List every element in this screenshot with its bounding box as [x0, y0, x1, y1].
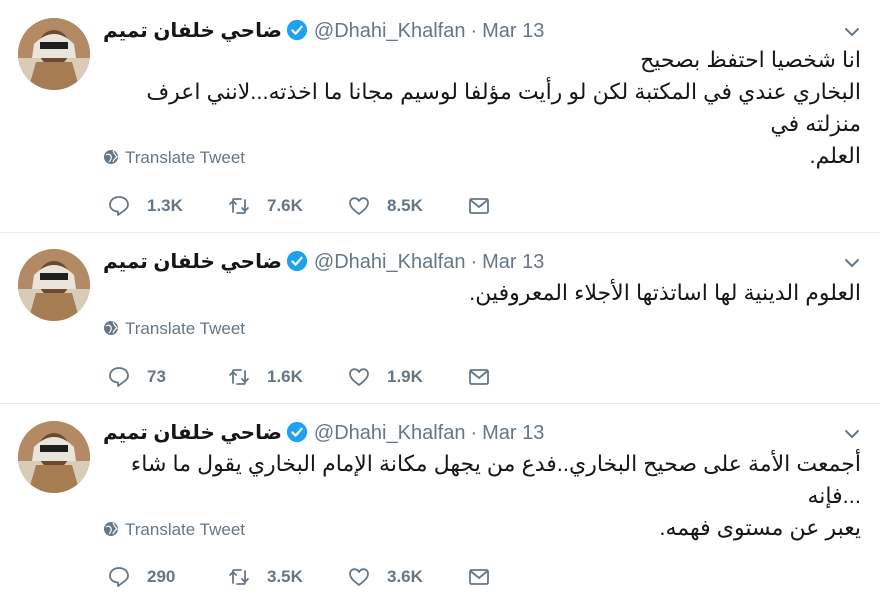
retweet-icon — [229, 569, 249, 585]
tweet-text-line: أجمعت الأمة على صحيح البخاري..فدع من يجه… — [130, 451, 861, 508]
reply-button[interactable]: 73 — [107, 363, 166, 391]
avatar[interactable] — [18, 18, 90, 90]
retweet-button[interactable]: 1.6K — [227, 363, 303, 391]
tweet-text-line: انا شخصيا احتفظ بصحيح — [640, 47, 861, 72]
author-handle[interactable]: @Dhahi_Khalfan — [314, 20, 466, 42]
reply-button[interactable]: 1.3K — [107, 192, 183, 220]
retweet-count: 1.6K — [267, 367, 303, 386]
author-handle[interactable]: @Dhahi_Khalfan — [314, 422, 466, 444]
tweet-text-line: البخاري عندي في المكتبة لكن لو رأيت مؤلف… — [146, 79, 861, 136]
verified-badge-icon — [286, 250, 308, 272]
envelope-icon — [469, 198, 489, 214]
translate-tweet-link[interactable]: Translate Tweet — [103, 319, 245, 339]
retweet-icon — [229, 198, 249, 214]
reply-button[interactable]: 290 — [107, 563, 175, 591]
author-handle[interactable]: @Dhahi_Khalfan — [314, 251, 466, 273]
tweet-header: ضاحي خلفان تميم @Dhahi_Khalfan · Mar 13 — [103, 249, 544, 275]
globe-icon — [104, 150, 118, 164]
envelope-icon — [469, 569, 489, 585]
tweet-text: العلوم الدينية لها اساتذتها الأجلاء المع… — [103, 277, 861, 309]
tweet-text-line: العلوم الدينية لها اساتذتها الأجلاء المع… — [469, 280, 861, 305]
reply-icon — [109, 196, 129, 216]
separator-dot: · — [470, 20, 478, 42]
reply-icon — [109, 567, 129, 587]
verified-badge-icon — [286, 19, 308, 41]
reply-count: 290 — [147, 567, 176, 586]
author-name[interactable]: ضاحي خلفان تميم — [103, 251, 282, 273]
globe-icon — [104, 522, 118, 536]
heart-icon — [349, 197, 369, 215]
globe-icon — [104, 321, 118, 335]
envelope-icon — [469, 369, 489, 385]
retweet-icon — [229, 369, 249, 385]
like-count: 8.5K — [387, 196, 423, 215]
heart-icon — [349, 568, 369, 586]
chevron-down-icon[interactable] — [842, 424, 862, 444]
like-count: 1.9K — [387, 367, 423, 386]
tweet-header: ضاحي خلفان تميم @Dhahi_Khalfan · Mar 13 — [103, 420, 544, 446]
like-button[interactable]: 1.9K — [347, 363, 423, 391]
reply-count: 73 — [147, 367, 166, 386]
tweet-date[interactable]: Mar 13 — [482, 251, 544, 273]
verified-badge-icon — [286, 421, 308, 443]
tweet-date[interactable]: Mar 13 — [482, 422, 544, 444]
retweet-count: 7.6K — [267, 196, 303, 215]
tweet[interactable]: ضاحي خلفان تميم @Dhahi_Khalfan · Mar 13 الع… — [0, 233, 880, 403]
like-button[interactable]: 3.6K — [347, 563, 423, 591]
tweet[interactable]: ضاحي خلفان تميم @Dhahi_Khalfan · Mar 13 أجم… — [0, 404, 880, 601]
like-count: 3.6K — [387, 567, 423, 586]
avatar-image — [18, 249, 90, 321]
heart-icon — [349, 368, 369, 386]
tweet-header: ضاحي خلفان تميم @Dhahi_Khalfan · Mar 13 — [103, 18, 544, 44]
translate-label: Translate Tweet — [125, 319, 246, 338]
author-name[interactable]: ضاحي خلفان تميم — [103, 422, 282, 444]
translate-tweet-link[interactable]: Translate Tweet — [103, 148, 245, 168]
translate-tweet-link[interactable]: Translate Tweet — [103, 520, 245, 540]
reply-count: 1.3K — [147, 196, 183, 215]
avatar[interactable] — [18, 249, 90, 321]
separator-dot: · — [470, 422, 478, 444]
chevron-down-icon[interactable] — [842, 253, 862, 273]
avatar-image — [18, 18, 90, 90]
direct-message-button[interactable] — [467, 192, 491, 220]
like-button[interactable]: 8.5K — [347, 192, 423, 220]
avatar-image — [18, 421, 90, 493]
reply-icon — [109, 367, 129, 387]
tweet[interactable]: ضاحي خلفان تميم @Dhahi_Khalfan · Mar 13 انا… — [0, 0, 880, 232]
chevron-down-icon[interactable] — [842, 22, 862, 42]
avatar[interactable] — [18, 421, 90, 493]
retweet-count: 3.5K — [267, 567, 303, 586]
translate-label: Translate Tweet — [125, 148, 246, 167]
direct-message-button[interactable] — [467, 563, 491, 591]
retweet-button[interactable]: 7.6K — [227, 192, 303, 220]
separator-dot: · — [470, 251, 478, 273]
translate-label: Translate Tweet — [125, 520, 246, 539]
direct-message-button[interactable] — [467, 363, 491, 391]
tweet-date[interactable]: Mar 13 — [482, 20, 544, 42]
author-name[interactable]: ضاحي خلفان تميم — [103, 20, 282, 42]
retweet-button[interactable]: 3.5K — [227, 563, 303, 591]
